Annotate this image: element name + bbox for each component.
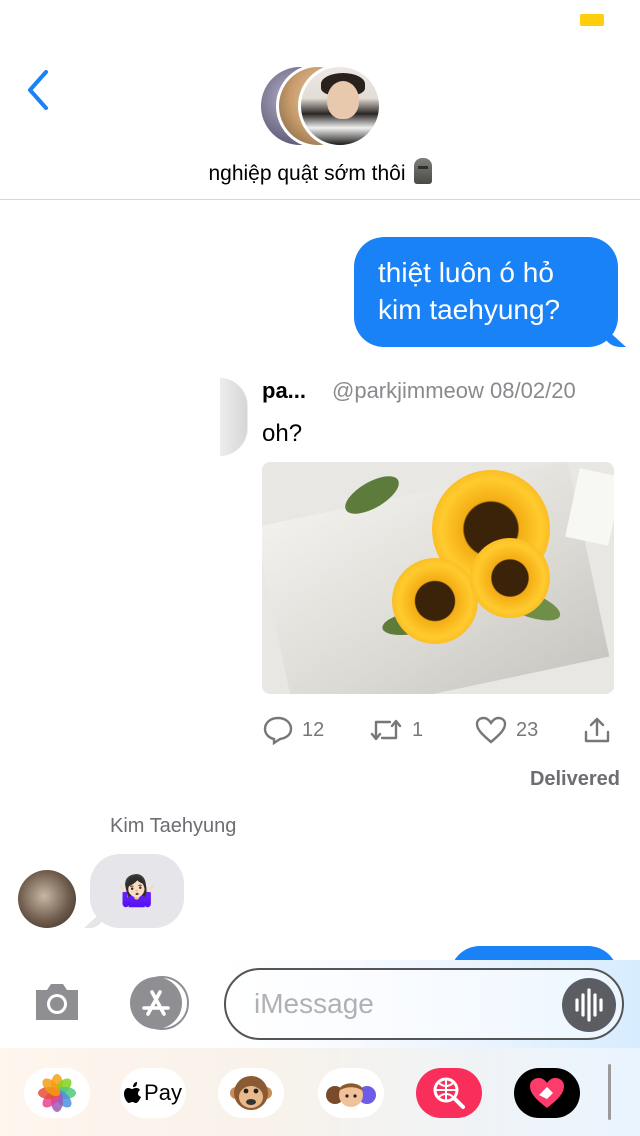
- message-text-line: thiệt luôn ó hỏ: [378, 257, 554, 288]
- tweet-embed[interactable]: pa... @parkjimmeow 08/02/20 oh? 12 1 23: [220, 370, 640, 770]
- status-bar: [0, 0, 640, 40]
- tweet-share-button[interactable]: [582, 712, 620, 748]
- audio-message-button[interactable]: [562, 978, 616, 1032]
- app-store-button[interactable]: [126, 976, 190, 1030]
- like-count: 23: [516, 718, 539, 741]
- digital-touch-heart-icon: [530, 1078, 564, 1108]
- reply-icon: [263, 716, 293, 745]
- apple-logo-icon: [124, 1082, 142, 1103]
- tweet-photo-sunflowers[interactable]: [262, 462, 614, 694]
- photos-icon: [38, 1074, 76, 1112]
- group-avatar-stack[interactable]: [258, 64, 382, 148]
- back-button[interactable]: [22, 68, 62, 112]
- memoji-app-button[interactable]: [318, 1068, 384, 1118]
- monkey-icon: [230, 1076, 272, 1110]
- globe-search-icon: [433, 1077, 465, 1109]
- tweet-author-name: pa...: [262, 378, 307, 403]
- app-store-icon: [130, 976, 189, 1030]
- tweet-actions: 12 1 23: [262, 710, 614, 750]
- animoji-app-button[interactable]: [218, 1068, 284, 1118]
- delivered-status: Delivered: [529, 768, 620, 790]
- tweet-like-button[interactable]: 23: [474, 712, 538, 748]
- chat-title[interactable]: nghiệp quật sớm thôi: [0, 158, 640, 186]
- tweet-date: 08/02/20: [490, 378, 576, 403]
- reply-count: 12: [302, 718, 325, 741]
- sender-name: Kim Taehyung: [110, 815, 237, 837]
- app-drawer: Pay: [0, 1048, 640, 1136]
- battery-icon: [580, 14, 604, 26]
- drawer-scroll-divider: [608, 1064, 611, 1120]
- tweet-text: oh?: [262, 420, 303, 447]
- tweet-reply-button[interactable]: 12: [262, 712, 324, 748]
- tweet-author-avatar: [220, 378, 248, 456]
- photos-app-button[interactable]: [24, 1068, 90, 1118]
- apple-pay-app-button[interactable]: Pay: [120, 1068, 186, 1118]
- avatar[interactable]: [18, 870, 76, 928]
- imessage-input[interactable]: [254, 984, 554, 1024]
- chevron-left-icon: [28, 70, 48, 110]
- web-search-app-button[interactable]: [416, 1068, 482, 1118]
- retweet-icon: [370, 719, 402, 741]
- tweet-handle: @parkjimmeow: [332, 378, 484, 403]
- outgoing-message-bubble[interactable]: thiệt luôn ó hỏ kim taehyung?: [354, 237, 618, 347]
- avatar: [298, 64, 382, 148]
- conversation-header: nghiệp quật sớm thôi: [0, 40, 640, 200]
- share-icon: [584, 717, 610, 743]
- apple-pay-text: Pay: [144, 1080, 182, 1105]
- imessage-field[interactable]: [224, 968, 624, 1040]
- tweet-meta: @parkjimmeow 08/02/20: [332, 378, 576, 404]
- digital-touch-app-button[interactable]: [514, 1068, 580, 1118]
- shrug-emoji: 🤷🏻‍♀️: [118, 874, 156, 908]
- message-text-line: kim taehyung?: [378, 294, 561, 325]
- moai-emoji-icon: [413, 158, 432, 184]
- incoming-message-bubble[interactable]: 🤷🏻‍♀️: [90, 854, 184, 928]
- apple-pay-label: Pay: [124, 1080, 182, 1106]
- chat-title-text: nghiệp quật sớm thôi: [208, 162, 406, 185]
- memoji-icon: [326, 1083, 376, 1107]
- camera-icon: [36, 984, 78, 1020]
- retweet-count: 1: [412, 718, 424, 741]
- tweet-retweet-button[interactable]: 1: [368, 712, 423, 748]
- camera-button[interactable]: [32, 980, 82, 1024]
- message-input-bar: [0, 960, 640, 1048]
- waveform-icon: [575, 988, 603, 1022]
- heart-icon: [475, 716, 507, 744]
